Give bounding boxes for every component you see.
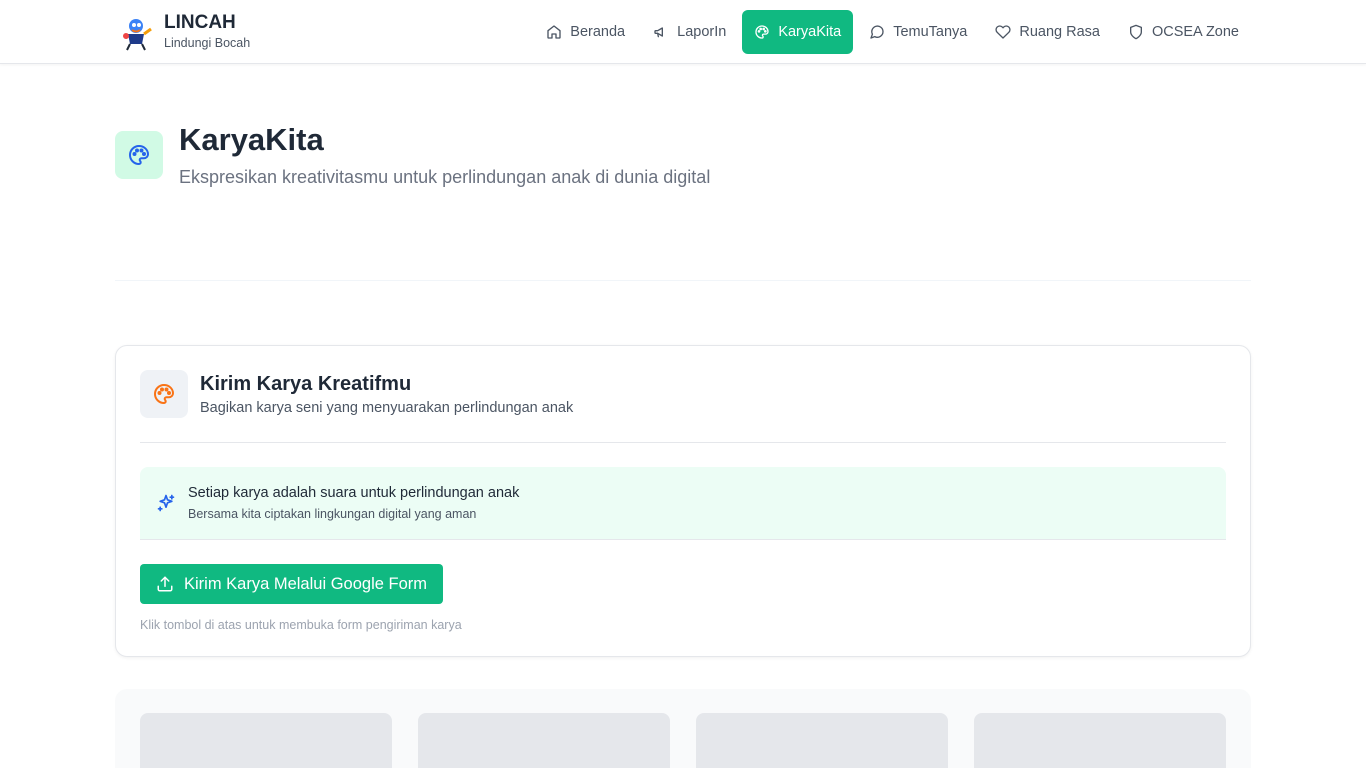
brand-title: LINCAH (164, 12, 236, 33)
nav-item-beranda[interactable]: Beranda (534, 10, 637, 54)
nav-label: Beranda (570, 24, 626, 40)
shield-icon (1129, 24, 1142, 40)
card-divider (140, 442, 1226, 443)
hero-icon-badge (115, 131, 163, 179)
card-title: Kirim Karya Kreatifmu (200, 373, 412, 395)
card-subtitle: Bagikan karya seni yang menyuarakan perl… (200, 400, 574, 416)
skeleton-card (974, 713, 1226, 768)
nav-label: KaryaKita (778, 24, 842, 40)
submit-button-label: Kirim Karya Melalui Google Form (184, 574, 427, 593)
submit-google-form-button[interactable]: Kirim Karya Melalui Google Form (140, 564, 443, 604)
section-divider (115, 280, 1251, 281)
skeleton-card (140, 713, 392, 768)
main-nav: Beranda LaporIn KaryaKita TemuTanya Ruan… (534, 10, 1251, 54)
brand[interactable]: LINCAH Lindungi Bocah (120, 12, 250, 52)
palette-icon (755, 25, 769, 39)
upload-icon (157, 576, 173, 592)
nav-item-ocsea-zone[interactable]: OCSEA Zone (1116, 10, 1251, 54)
brand-subtitle: Lindungi Bocah (164, 36, 251, 50)
gallery-skeleton (115, 689, 1251, 768)
page-hero: KaryaKita Ekspresikan kreativitasmu untu… (115, 120, 710, 190)
nav-item-temutanya[interactable]: TemuTanya (857, 10, 979, 54)
nav-label: Ruang Rasa (1019, 24, 1100, 40)
info-subtitle: Bersama kita ciptakan lingkungan digital… (188, 507, 477, 521)
message-circle-icon (870, 25, 884, 39)
skeleton-card (418, 713, 670, 768)
submission-card: Kirim Karya Kreatifmu Bagikan karya seni… (115, 345, 1251, 657)
card-header: Kirim Karya Kreatifmu Bagikan karya seni… (140, 370, 573, 418)
page-subtitle: Ekspresikan kreativitasmu untuk perlindu… (179, 167, 711, 187)
sparkles-icon (157, 494, 175, 512)
megaphone-icon (654, 27, 664, 38)
home-icon (547, 25, 561, 39)
nav-item-ruang-rasa[interactable]: Ruang Rasa (983, 10, 1112, 54)
nav-label: OCSEA Zone (1151, 24, 1239, 40)
nav-item-karyakita[interactable]: KaryaKita (742, 10, 854, 54)
nav-item-laporin[interactable]: LaporIn (641, 10, 738, 54)
top-navbar: LINCAH Lindungi Bocah Beranda LaporIn Ka… (0, 0, 1366, 64)
cta-helper-text: Klik tombol di atas untuk membuka form p… (140, 618, 462, 632)
card-icon-badge (140, 370, 188, 418)
mascot-logo-icon (120, 12, 154, 52)
nav-label: TemuTanya (893, 24, 968, 40)
heart-icon (995, 25, 1011, 39)
info-title: Setiap karya adalah suara untuk perlindu… (188, 485, 520, 501)
nav-label: LaporIn (677, 24, 727, 40)
palette-icon (129, 145, 149, 165)
skeleton-card (696, 713, 948, 768)
info-banner: Setiap karya adalah suara untuk perlindu… (140, 467, 1226, 540)
palette-icon (154, 384, 174, 404)
page-title: KaryaKita (179, 122, 324, 157)
